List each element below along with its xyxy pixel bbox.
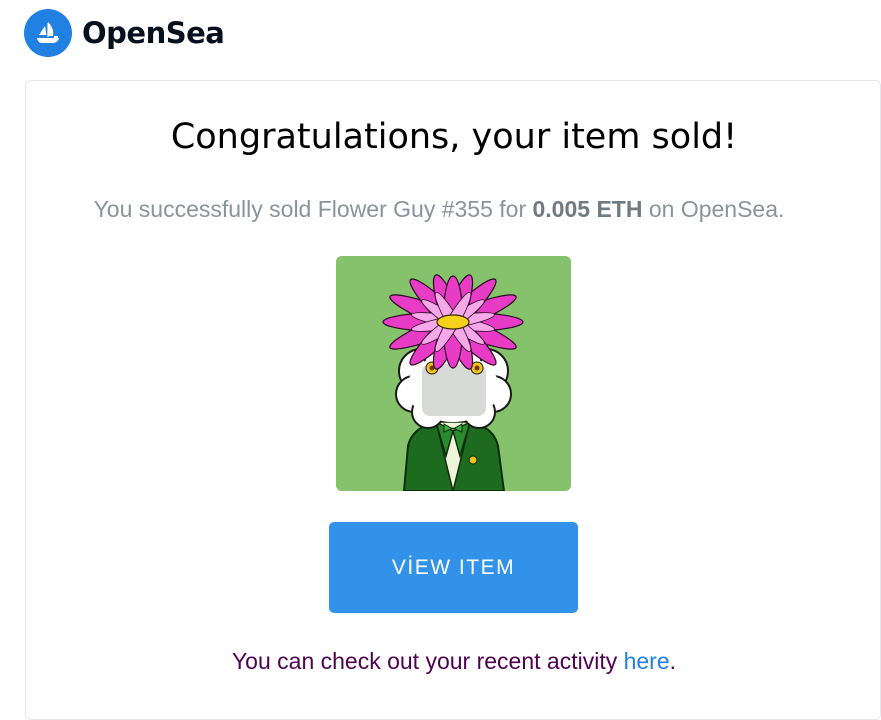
brand-name[interactable]: OpenSea [82,16,225,50]
recent-activity-line: You can check out your recent activity h… [26,648,881,675]
email-header: OpenSea [24,9,225,57]
recent-activity-text: You can check out your recent activity [231,648,618,674]
sale-description-suffix: on OpenSea. [648,196,785,222]
sale-notification-card: Congratulations, your item sold! You suc… [25,80,881,720]
recent-activity-link[interactable]: here [624,648,670,674]
recent-activity-period: . [669,648,677,674]
sale-description: You successfully sold Flower Guy #355 fo… [26,196,852,223]
email-title: Congratulations, your item sold! [170,117,738,157]
sale-description-prefix: You successfully sold Flower Guy #355 fo… [93,196,527,222]
nft-image[interactable] [336,256,571,491]
view-item-button[interactable]: VİEW ITEM [329,522,578,613]
opensea-logo-icon[interactable] [24,9,72,57]
sale-price: 0.005 ETH [532,196,643,222]
